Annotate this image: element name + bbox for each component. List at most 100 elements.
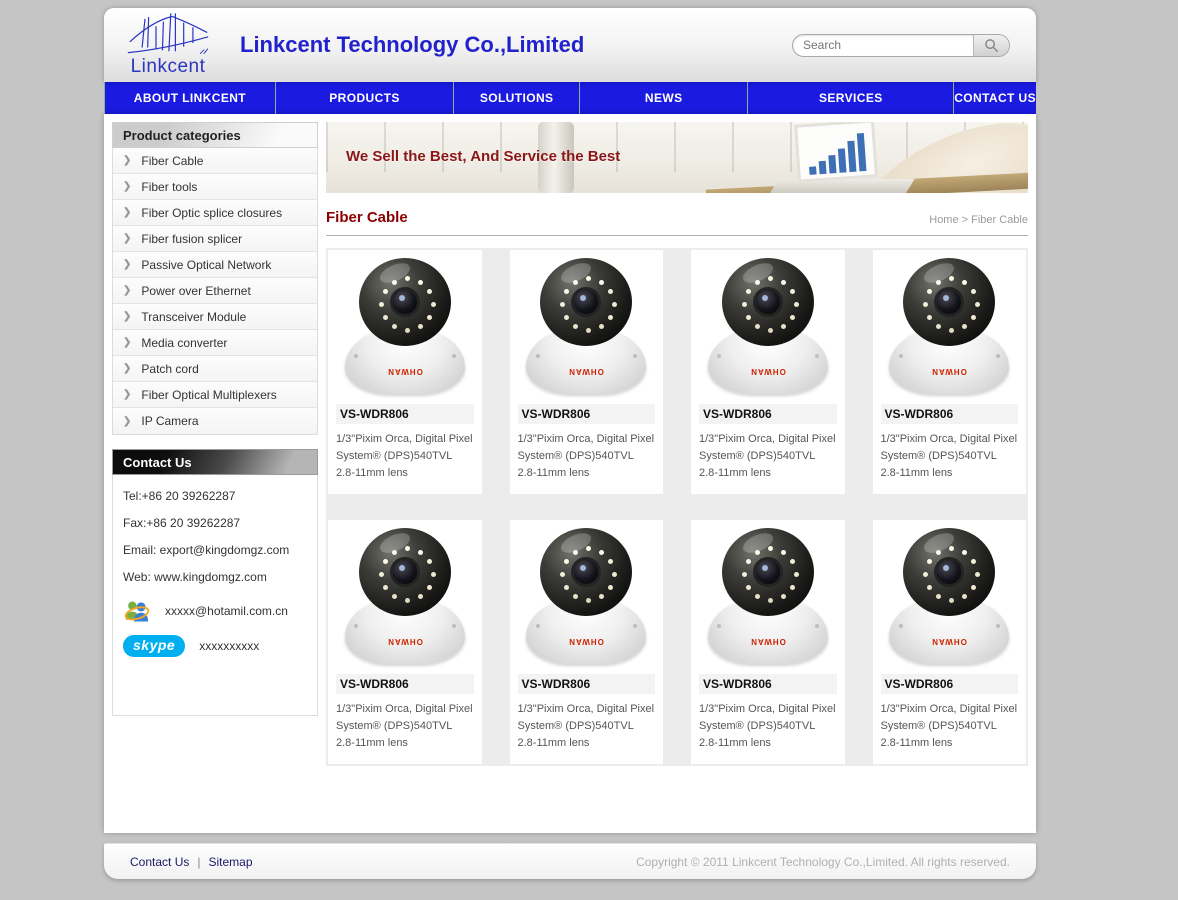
breadcrumb[interactable]: Home > Fiber Cable xyxy=(929,214,1028,226)
banner-laptop-chart xyxy=(794,122,878,183)
msn-account[interactable]: xxxxx@hotamil.com.cn xyxy=(165,604,288,618)
product-card[interactable]: OHWAN VS-WDR806 1/3"Pixim Orca, Digital … xyxy=(691,250,845,494)
chevron-right-icon: ❯ xyxy=(123,389,131,400)
contact-web: Web: www.kingdomgz.com xyxy=(123,570,307,584)
nav-item[interactable]: CONTACT US xyxy=(953,82,1036,114)
camera-lens xyxy=(934,287,964,317)
product-image: OHWAN xyxy=(518,254,656,400)
content-area: Product categories ❯ Fiber Cable ❯ Fiber… xyxy=(104,114,1036,833)
product-card[interactable]: OHWAN VS-WDR806 1/3"Pixim Orca, Digital … xyxy=(691,520,845,764)
footer-sitemap-link[interactable]: Sitemap xyxy=(208,855,252,869)
product-name[interactable]: VS-WDR806 xyxy=(336,404,474,424)
category-item[interactable]: ❯ IP Camera xyxy=(113,408,317,434)
category-item[interactable]: ❯ Transceiver Module xyxy=(113,304,317,330)
product-name[interactable]: VS-WDR806 xyxy=(699,674,837,694)
camera-lens xyxy=(753,557,783,587)
category-label: Transceiver Module xyxy=(141,310,246,324)
chevron-right-icon: ❯ xyxy=(123,285,131,296)
product-card[interactable]: OHWAN VS-WDR806 1/3"Pixim Orca, Digital … xyxy=(328,250,482,494)
nav-item[interactable]: SERVICES xyxy=(747,82,953,114)
footer-separator: | xyxy=(197,855,200,869)
banner-slogan: We Sell the Best, And Service the Best xyxy=(346,148,620,165)
category-item[interactable]: ❯ Fiber Optical Multiplexers xyxy=(113,382,317,408)
camera-dome xyxy=(903,258,995,346)
msn-row: xxxxx@hotamil.com.cn xyxy=(123,597,307,625)
category-label: Media converter xyxy=(141,336,227,350)
category-label: Fiber Optic splice closures xyxy=(141,206,282,220)
product-card[interactable]: OHWAN VS-WDR806 1/3"Pixim Orca, Digital … xyxy=(873,250,1027,494)
camera-lens xyxy=(571,287,601,317)
site-header: Linkcent Linkcent Technology Co.,Limited xyxy=(104,8,1036,82)
category-item[interactable]: ❯ Fiber Optic splice closures xyxy=(113,200,317,226)
skype-account[interactable]: xxxxxxxxxx xyxy=(199,639,259,653)
chevron-right-icon: ❯ xyxy=(123,259,131,270)
footer-contact-us-link[interactable]: Contact Us xyxy=(130,855,189,869)
camera-dome xyxy=(359,258,451,346)
camera-brand-text: OHWAN xyxy=(568,637,604,646)
skype-logo: skype xyxy=(123,635,185,657)
product-name[interactable]: VS-WDR806 xyxy=(518,404,656,424)
product-image: OHWAN xyxy=(336,524,474,670)
nav-item[interactable]: ABOUT LINKCENT xyxy=(104,82,275,114)
camera-lens xyxy=(390,557,420,587)
product-name[interactable]: VS-WDR806 xyxy=(881,674,1019,694)
category-list: ❯ Fiber Cable ❯ Fiber tools ❯ Fiber Opti… xyxy=(112,148,318,435)
product-description: 1/3"Pixim Orca, Digital Pixel System® (D… xyxy=(336,701,474,752)
category-label: Passive Optical Network xyxy=(141,258,271,272)
category-label: IP Camera xyxy=(141,414,198,428)
skype-row: skype xxxxxxxxxx xyxy=(123,635,307,657)
product-description: 1/3"Pixim Orca, Digital Pixel System® (D… xyxy=(881,431,1019,482)
product-card[interactable]: OHWAN VS-WDR806 1/3"Pixim Orca, Digital … xyxy=(873,520,1027,764)
logo[interactable]: Linkcent xyxy=(104,8,232,82)
nav-item[interactable]: SOLUTIONS xyxy=(453,82,579,114)
product-card[interactable]: OHWAN VS-WDR806 1/3"Pixim Orca, Digital … xyxy=(328,520,482,764)
product-name[interactable]: VS-WDR806 xyxy=(518,674,656,694)
chevron-right-icon: ❯ xyxy=(123,416,131,427)
product-image: OHWAN xyxy=(336,254,474,400)
category-item[interactable]: ❯ Fiber tools xyxy=(113,174,317,200)
camera-lens xyxy=(934,557,964,587)
camera-brand-text: OHWAN xyxy=(568,367,604,376)
contact-tel: Tel:+86 20 39262287 xyxy=(123,489,307,503)
category-label: Fiber Optical Multiplexers xyxy=(141,388,276,402)
category-item[interactable]: ❯ Patch cord xyxy=(113,356,317,382)
main-column: We Sell the Best, And Service the Best F… xyxy=(326,122,1028,766)
category-item[interactable]: ❯ Power over Ethernet xyxy=(113,278,317,304)
product-name[interactable]: VS-WDR806 xyxy=(699,404,837,424)
search-button[interactable] xyxy=(973,34,1009,57)
product-grid: OHWAN VS-WDR806 1/3"Pixim Orca, Digital … xyxy=(326,248,1028,766)
category-item[interactable]: ❯ Passive Optical Network xyxy=(113,252,317,278)
product-name[interactable]: VS-WDR806 xyxy=(336,674,474,694)
product-description: 1/3"Pixim Orca, Digital Pixel System® (D… xyxy=(699,701,837,752)
camera-brand-text: OHWAN xyxy=(931,367,967,376)
nav-item[interactable]: PRODUCTS xyxy=(275,82,453,114)
product-image: OHWAN xyxy=(699,254,837,400)
camera-brand-text: OHWAN xyxy=(931,637,967,646)
camera-dome xyxy=(722,258,814,346)
product-card[interactable]: OHWAN VS-WDR806 1/3"Pixim Orca, Digital … xyxy=(510,250,664,494)
bridge-logo-icon xyxy=(126,12,210,60)
category-item[interactable]: ❯ Fiber fusion splicer xyxy=(113,226,317,252)
search-box xyxy=(792,34,1010,57)
contact-us-header: Contact Us xyxy=(112,449,318,475)
product-image: OHWAN xyxy=(881,524,1019,670)
category-label: Fiber Cable xyxy=(141,154,203,168)
page-container: Linkcent Linkcent Technology Co.,Limited… xyxy=(104,8,1036,879)
contact-box: Tel:+86 20 39262287 Fax:+86 20 39262287 … xyxy=(112,475,318,716)
product-description: 1/3"Pixim Orca, Digital Pixel System® (D… xyxy=(518,431,656,482)
product-description: 1/3"Pixim Orca, Digital Pixel System® (D… xyxy=(881,701,1019,752)
category-item[interactable]: ❯ Fiber Cable xyxy=(113,148,317,174)
category-item[interactable]: ❯ Media converter xyxy=(113,330,317,356)
search-input[interactable] xyxy=(793,38,973,52)
copyright-text: Copyright © 2011 Linkcent Technology Co.… xyxy=(636,855,1010,869)
banner-laptop-keyboard xyxy=(769,179,914,193)
nav-item[interactable]: NEWS xyxy=(579,82,747,114)
product-name[interactable]: VS-WDR806 xyxy=(881,404,1019,424)
product-image: OHWAN xyxy=(881,254,1019,400)
chevron-right-icon: ❯ xyxy=(123,337,131,348)
product-card[interactable]: OHWAN VS-WDR806 1/3"Pixim Orca, Digital … xyxy=(510,520,664,764)
category-label: Fiber fusion splicer xyxy=(141,232,242,246)
product-description: 1/3"Pixim Orca, Digital Pixel System® (D… xyxy=(336,431,474,482)
product-description: 1/3"Pixim Orca, Digital Pixel System® (D… xyxy=(699,431,837,482)
sidebar: Product categories ❯ Fiber Cable ❯ Fiber… xyxy=(112,122,318,716)
